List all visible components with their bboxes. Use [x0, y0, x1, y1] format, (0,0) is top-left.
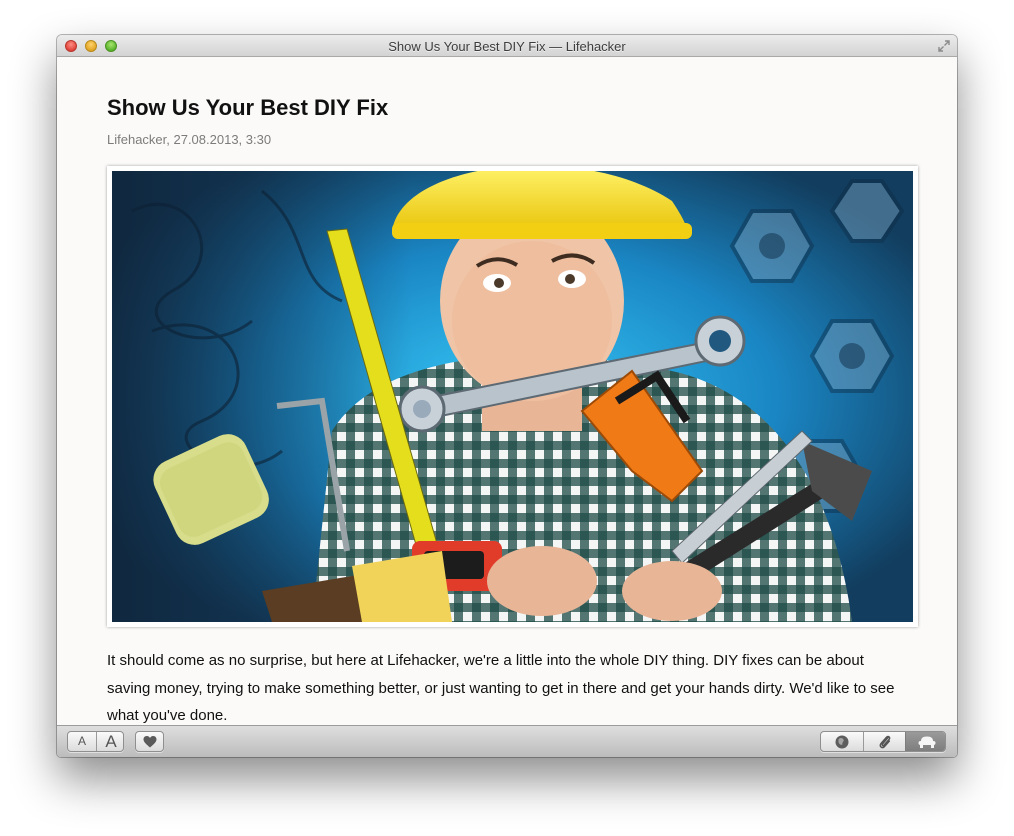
view-mode-segmented-control [820, 731, 946, 752]
favorite-button[interactable] [135, 731, 164, 752]
reader-icon [918, 736, 936, 748]
font-size-control: A A [67, 731, 124, 752]
window-title: Show Us Your Best DIY Fix — Lifehacker [388, 39, 626, 54]
attachment-button[interactable] [863, 732, 906, 751]
reader-view-button[interactable] [905, 732, 945, 751]
title-bar: Show Us Your Best DIY Fix — Lifehacker [57, 35, 957, 57]
globe-icon [835, 735, 849, 748]
fullscreen-icon[interactable] [937, 39, 951, 53]
bottom-toolbar: A A [57, 725, 957, 757]
decrease-font-button[interactable]: A [68, 732, 96, 751]
article-body: It should come as no surprise, but here … [107, 652, 895, 725]
paperclip-icon [879, 735, 891, 748]
article-image-frame [107, 166, 918, 627]
reader-window: Show Us Your Best DIY Fix — Lifehacker S… [57, 35, 957, 757]
heart-icon [143, 735, 156, 747]
article-content[interactable]: Show Us Your Best DIY Fix Lifehacker, 27… [57, 57, 957, 725]
web-view-button[interactable] [821, 732, 863, 751]
article-meta: Lifehacker, 27.08.2013, 3:30 [107, 132, 272, 147]
article-hero-image [112, 171, 913, 622]
article-title: Show Us Your Best DIY Fix [107, 95, 389, 120]
increase-font-button[interactable]: A [96, 732, 125, 751]
